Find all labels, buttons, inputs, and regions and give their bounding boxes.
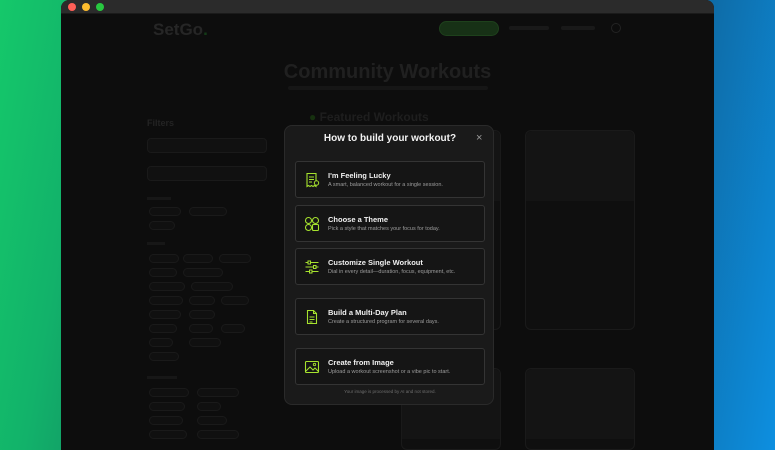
- close-icon[interactable]: ×: [476, 132, 482, 144]
- sliders-icon: [305, 260, 319, 274]
- option-create-from-image[interactable]: Create from Image Upload a workout scree…: [295, 348, 485, 385]
- option-description: Pick a style that matches your focus for…: [328, 226, 440, 232]
- image-icon: [304, 360, 320, 374]
- option-customize-single[interactable]: Customize Single Workout Dial in every d…: [295, 248, 485, 285]
- option-title: Create from Image: [328, 358, 394, 367]
- option-title: Build a Multi-Day Plan: [328, 308, 407, 317]
- option-description: Create a structured program for several …: [328, 319, 439, 325]
- option-title: Customize Single Workout: [328, 258, 423, 267]
- window-titlebar: [61, 0, 714, 14]
- document-icon: [306, 309, 318, 325]
- app-window: SetGo. Community Workouts ● Featured Wor…: [61, 0, 714, 450]
- option-title: I'm Feeling Lucky: [328, 171, 391, 180]
- option-description: Upload a workout screenshot or a vibe pi…: [328, 369, 451, 375]
- option-choose-theme[interactable]: Choose a Theme Pick a style that matches…: [295, 205, 485, 242]
- minimize-window-button[interactable]: [82, 3, 90, 11]
- grid-icon: [304, 216, 320, 232]
- close-window-button[interactable]: [68, 3, 76, 11]
- build-workout-modal: How to build your workout? × I'm Feeling…: [284, 125, 494, 405]
- option-multi-day-plan[interactable]: Build a Multi-Day Plan Create a structur…: [295, 298, 485, 335]
- option-title: Choose a Theme: [328, 215, 389, 224]
- modal-title: How to build your workout?: [323, 133, 457, 144]
- option-description: A smart, balanced workout for a single s…: [328, 182, 443, 188]
- modal-footer-note: Your image is processed by AI and not st…: [344, 389, 436, 394]
- option-feeling-lucky[interactable]: I'm Feeling Lucky A smart, balanced work…: [295, 161, 485, 198]
- option-description: Dial in every detail—duration, focus, eq…: [328, 269, 456, 275]
- receipt-icon: [306, 172, 320, 188]
- maximize-window-button[interactable]: [96, 3, 104, 11]
